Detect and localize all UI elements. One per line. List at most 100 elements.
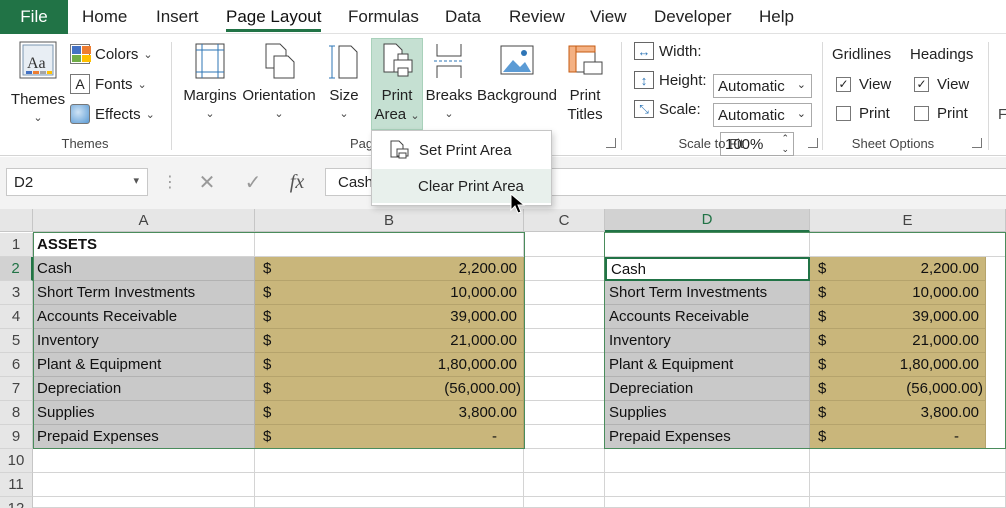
cell-c4[interactable] — [524, 305, 605, 329]
gridlines-view-checkbox[interactable]: ✓ View — [836, 76, 891, 93]
tab-review[interactable]: Review — [509, 0, 565, 34]
cell-b12[interactable] — [255, 497, 524, 508]
row-header-8[interactable]: 8 — [0, 401, 33, 425]
cell-a8[interactable]: Supplies — [33, 401, 255, 425]
cell-a7[interactable]: Depreciation — [33, 377, 255, 401]
set-print-area-item[interactable]: Set Print Area — [372, 133, 551, 167]
tab-formulas[interactable]: Formulas — [348, 0, 419, 34]
cell-c1[interactable] — [524, 233, 605, 257]
insert-function-icon[interactable]: fx — [282, 168, 312, 196]
cell-c5[interactable] — [524, 329, 605, 353]
cell-d2[interactable]: Cash — [605, 257, 810, 281]
cell-b3[interactable]: $10,000.00 — [255, 281, 524, 305]
cell-b10[interactable] — [255, 449, 524, 473]
tab-file[interactable]: File — [0, 0, 68, 34]
tab-developer[interactable]: Developer — [654, 0, 732, 34]
themes-button[interactable]: Aa Themes ⌄ — [10, 40, 66, 128]
cell-e7[interactable]: $ (56,000.00) — [810, 377, 986, 401]
cancel-icon[interactable]: ✕ — [192, 168, 222, 196]
print-titles-button[interactable]: Print Titles — [562, 42, 608, 124]
cell-e4[interactable]: $39,000.00 — [810, 305, 986, 329]
tab-home[interactable]: Home — [82, 0, 127, 34]
cell-b5[interactable]: $21,000.00 — [255, 329, 524, 353]
cell-e5[interactable]: $21,000.00 — [810, 329, 986, 353]
row-header-5[interactable]: 5 — [0, 329, 33, 353]
cell-e2[interactable]: $2,200.00 — [810, 257, 986, 281]
cell-b8[interactable]: $3,800.00 — [255, 401, 524, 425]
page-setup-launcher-icon[interactable] — [606, 138, 616, 148]
enter-icon[interactable]: ✓ — [238, 168, 268, 196]
cell-a11[interactable] — [33, 473, 255, 497]
cell-a12[interactable] — [33, 497, 255, 508]
gridlines-print-checkbox[interactable]: Print — [836, 105, 890, 122]
cell-f-stub[interactable] — [986, 257, 1006, 449]
column-header-b[interactable]: B — [255, 209, 524, 232]
sheet-options-launcher-icon[interactable] — [972, 138, 982, 148]
cell-d10[interactable] — [605, 449, 810, 473]
cell-e3[interactable]: $10,000.00 — [810, 281, 986, 305]
cell-a2[interactable]: Cash — [33, 257, 255, 281]
height-select[interactable]: Automatic ⌄ — [713, 103, 812, 127]
tab-page-layout[interactable]: Page Layout — [226, 0, 322, 34]
row-header-9[interactable]: 9 — [0, 425, 33, 449]
tab-help[interactable]: Help — [759, 0, 794, 34]
column-header-d[interactable]: D — [605, 209, 810, 232]
fonts-button[interactable]: A Fonts ⌄ — [70, 74, 147, 94]
cell-c6[interactable] — [524, 353, 605, 377]
row-header-12[interactable]: 12 — [0, 497, 33, 508]
cell-a3[interactable]: Short Term Investments — [33, 281, 255, 305]
cell-a9[interactable]: Prepaid Expenses — [33, 425, 255, 449]
column-header-e[interactable]: E — [810, 209, 1006, 232]
cell-c9[interactable] — [524, 425, 605, 449]
cell-e9[interactable]: $ - — [810, 425, 986, 449]
effects-button[interactable]: Effects ⌄ — [70, 104, 155, 124]
cell-e6[interactable]: $1,80,000.00 — [810, 353, 986, 377]
cell-a1[interactable]: ASSETS — [33, 233, 255, 257]
tab-view[interactable]: View — [590, 0, 627, 34]
cell-a6[interactable]: Plant & Equipment — [33, 353, 255, 377]
column-header-a[interactable]: A — [33, 209, 255, 232]
cell-c3[interactable] — [524, 281, 605, 305]
breaks-button[interactable]: Breaks ⌄ — [424, 42, 474, 124]
row-header-11[interactable]: 11 — [0, 473, 33, 497]
row-header-1[interactable]: 1 — [0, 233, 33, 257]
cell-b1[interactable] — [255, 233, 524, 257]
cell-d11[interactable] — [605, 473, 810, 497]
spinner-icon[interactable]: ⌃ ⌄ — [781, 133, 789, 155]
column-header-c[interactable]: C — [524, 209, 605, 232]
colors-button[interactable]: Colors ⌄ — [70, 44, 153, 64]
cell-a10[interactable] — [33, 449, 255, 473]
cell-b9[interactable]: $ - — [255, 425, 524, 449]
cell-d4[interactable]: Accounts Receivable — [605, 305, 810, 329]
width-select[interactable]: Automatic ⌄ — [713, 74, 812, 98]
cell-e1[interactable] — [810, 233, 1006, 257]
cell-c2[interactable] — [524, 257, 605, 281]
cell-b7[interactable]: $ (56,000.00) — [255, 377, 524, 401]
row-header-7[interactable]: 7 — [0, 377, 33, 401]
cell-e11[interactable] — [810, 473, 1006, 497]
headings-view-checkbox[interactable]: ✓ View — [914, 76, 969, 93]
cell-c11[interactable] — [524, 473, 605, 497]
cell-c10[interactable] — [524, 449, 605, 473]
print-area-button[interactable]: Print Area ⌄ — [371, 42, 423, 126]
cell-d7[interactable]: Depreciation — [605, 377, 810, 401]
margins-button[interactable]: Margins ⌄ — [180, 42, 240, 124]
row-header-10[interactable]: 10 — [0, 449, 33, 473]
cell-e8[interactable]: $3,800.00 — [810, 401, 986, 425]
cell-e10[interactable] — [810, 449, 1006, 473]
cell-e12[interactable] — [810, 497, 1006, 508]
cell-c12[interactable] — [524, 497, 605, 508]
cell-d1[interactable] — [605, 233, 810, 257]
cell-d6[interactable]: Plant & Equipment — [605, 353, 810, 377]
row-header-2[interactable]: 2 — [0, 257, 33, 281]
size-button[interactable]: Size ⌄ — [322, 42, 366, 124]
cell-d9[interactable]: Prepaid Expenses — [605, 425, 810, 449]
cell-a4[interactable]: Accounts Receivable — [33, 305, 255, 329]
row-header-3[interactable]: 3 — [0, 281, 33, 305]
tab-data[interactable]: Data — [445, 0, 481, 34]
orientation-button[interactable]: Orientation ⌄ — [240, 42, 318, 124]
cell-c7[interactable] — [524, 377, 605, 401]
chevron-down-icon[interactable]: ▾ — [133, 174, 139, 187]
row-header-4[interactable]: 4 — [0, 305, 33, 329]
cell-b2[interactable]: $2,200.00 — [255, 257, 524, 281]
